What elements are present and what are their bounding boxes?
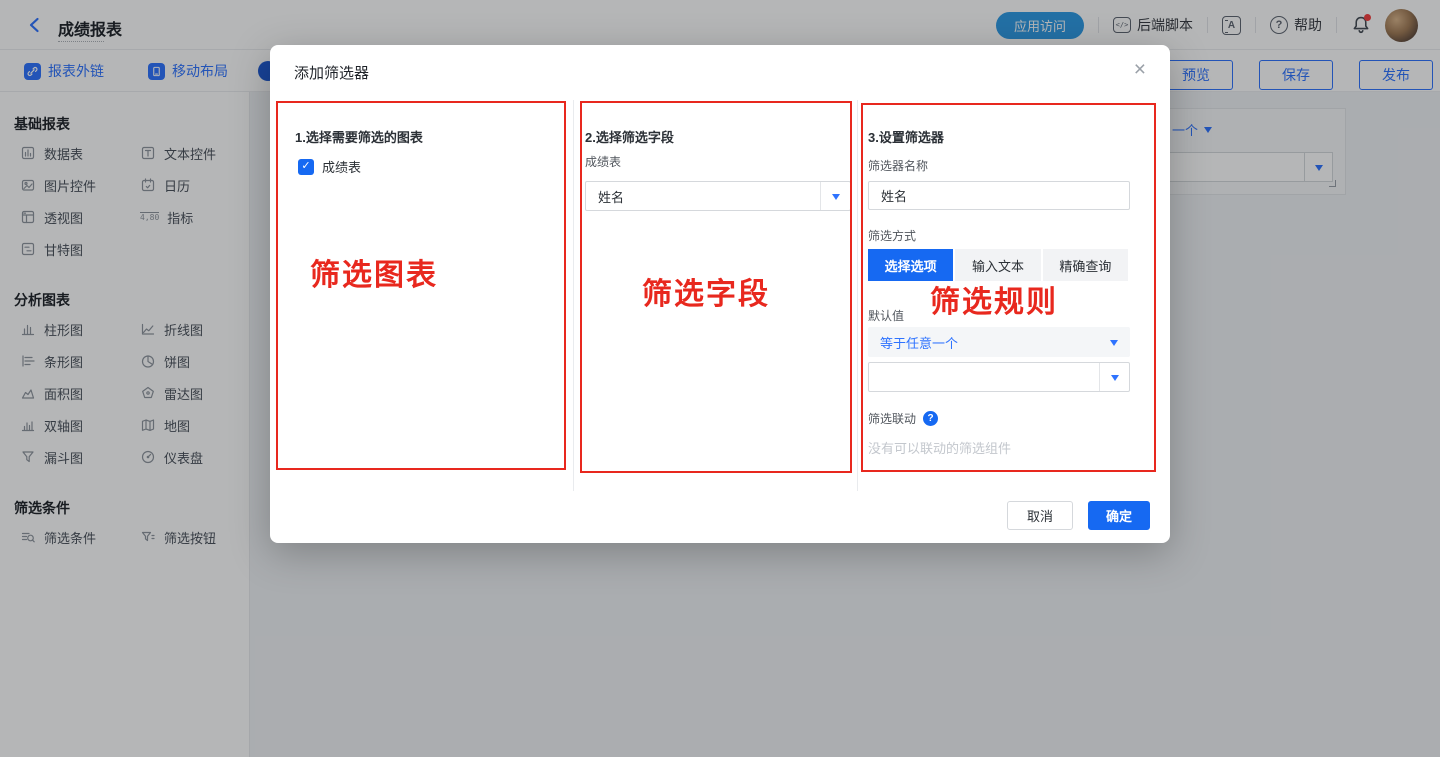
filter-linkage-label: 筛选联动: [868, 410, 916, 427]
column-divider: [857, 100, 858, 491]
caret-down-icon: [1111, 375, 1119, 385]
rule-select-value: 等于任意一个: [868, 333, 1098, 352]
default-value-caret-cell[interactable]: [1099, 363, 1129, 391]
cancel-button[interactable]: 取消: [1007, 501, 1073, 530]
annotation-text-step3: 筛选规则: [930, 277, 1058, 321]
linkage-help-icon[interactable]: ?: [923, 411, 938, 426]
caret-down-icon: [832, 194, 840, 204]
annotation-text-step1: 筛选图表: [310, 250, 438, 294]
modal-title: 添加筛选器: [294, 62, 369, 83]
mode-tab-exact-query[interactable]: 精确查询: [1043, 249, 1128, 281]
checkbox-checked-icon[interactable]: ✓: [298, 159, 314, 175]
rule-select[interactable]: 等于任意一个: [868, 327, 1130, 357]
field-select[interactable]: 姓名: [585, 181, 851, 211]
default-value-label: 默认值: [868, 307, 904, 324]
linkage-empty-text: 没有可以联动的筛选组件: [868, 438, 1011, 457]
filter-mode-segmented-control: 选择选项输入文本精确查询: [868, 249, 1128, 281]
add-filter-modal: 添加筛选器 × 1.选择需要筛选的图表 ✓ 成绩表 2.选择筛选字段 成绩表 姓…: [270, 45, 1170, 543]
page: 成绩报表 应用访问 </> 后端脚本 A ? 帮助: [0, 0, 1440, 757]
step1-heading: 1.选择需要筛选的图表: [295, 127, 423, 146]
confirm-button[interactable]: 确定: [1088, 501, 1150, 530]
annotation-text-step2: 筛选字段: [642, 269, 770, 313]
caret-down-icon: [1110, 340, 1118, 350]
step2-heading: 2.选择筛选字段: [585, 127, 674, 146]
field-select-value: 姓名: [586, 187, 820, 206]
mode-tab-input-text[interactable]: 输入文本: [955, 249, 1042, 281]
column-divider: [573, 100, 574, 491]
mode-tab-select-option[interactable]: 选择选项: [868, 249, 955, 281]
filter-name-input[interactable]: [868, 181, 1130, 210]
close-icon[interactable]: ×: [1134, 59, 1146, 80]
chart-checkbox-label: 成绩表: [322, 157, 361, 176]
default-value-select[interactable]: [868, 362, 1130, 392]
filter-mode-label: 筛选方式: [868, 227, 916, 244]
filter-linkage-row: 筛选联动 ?: [868, 410, 938, 427]
chart-checkbox-row[interactable]: ✓ 成绩表: [298, 157, 361, 176]
step3-heading: 3.设置筛选器: [868, 127, 944, 146]
rule-select-caret-cell[interactable]: [1098, 335, 1130, 350]
field-select-caret-cell[interactable]: [820, 182, 850, 210]
filter-name-label: 筛选器名称: [868, 157, 928, 174]
source-table-label: 成绩表: [585, 153, 621, 170]
